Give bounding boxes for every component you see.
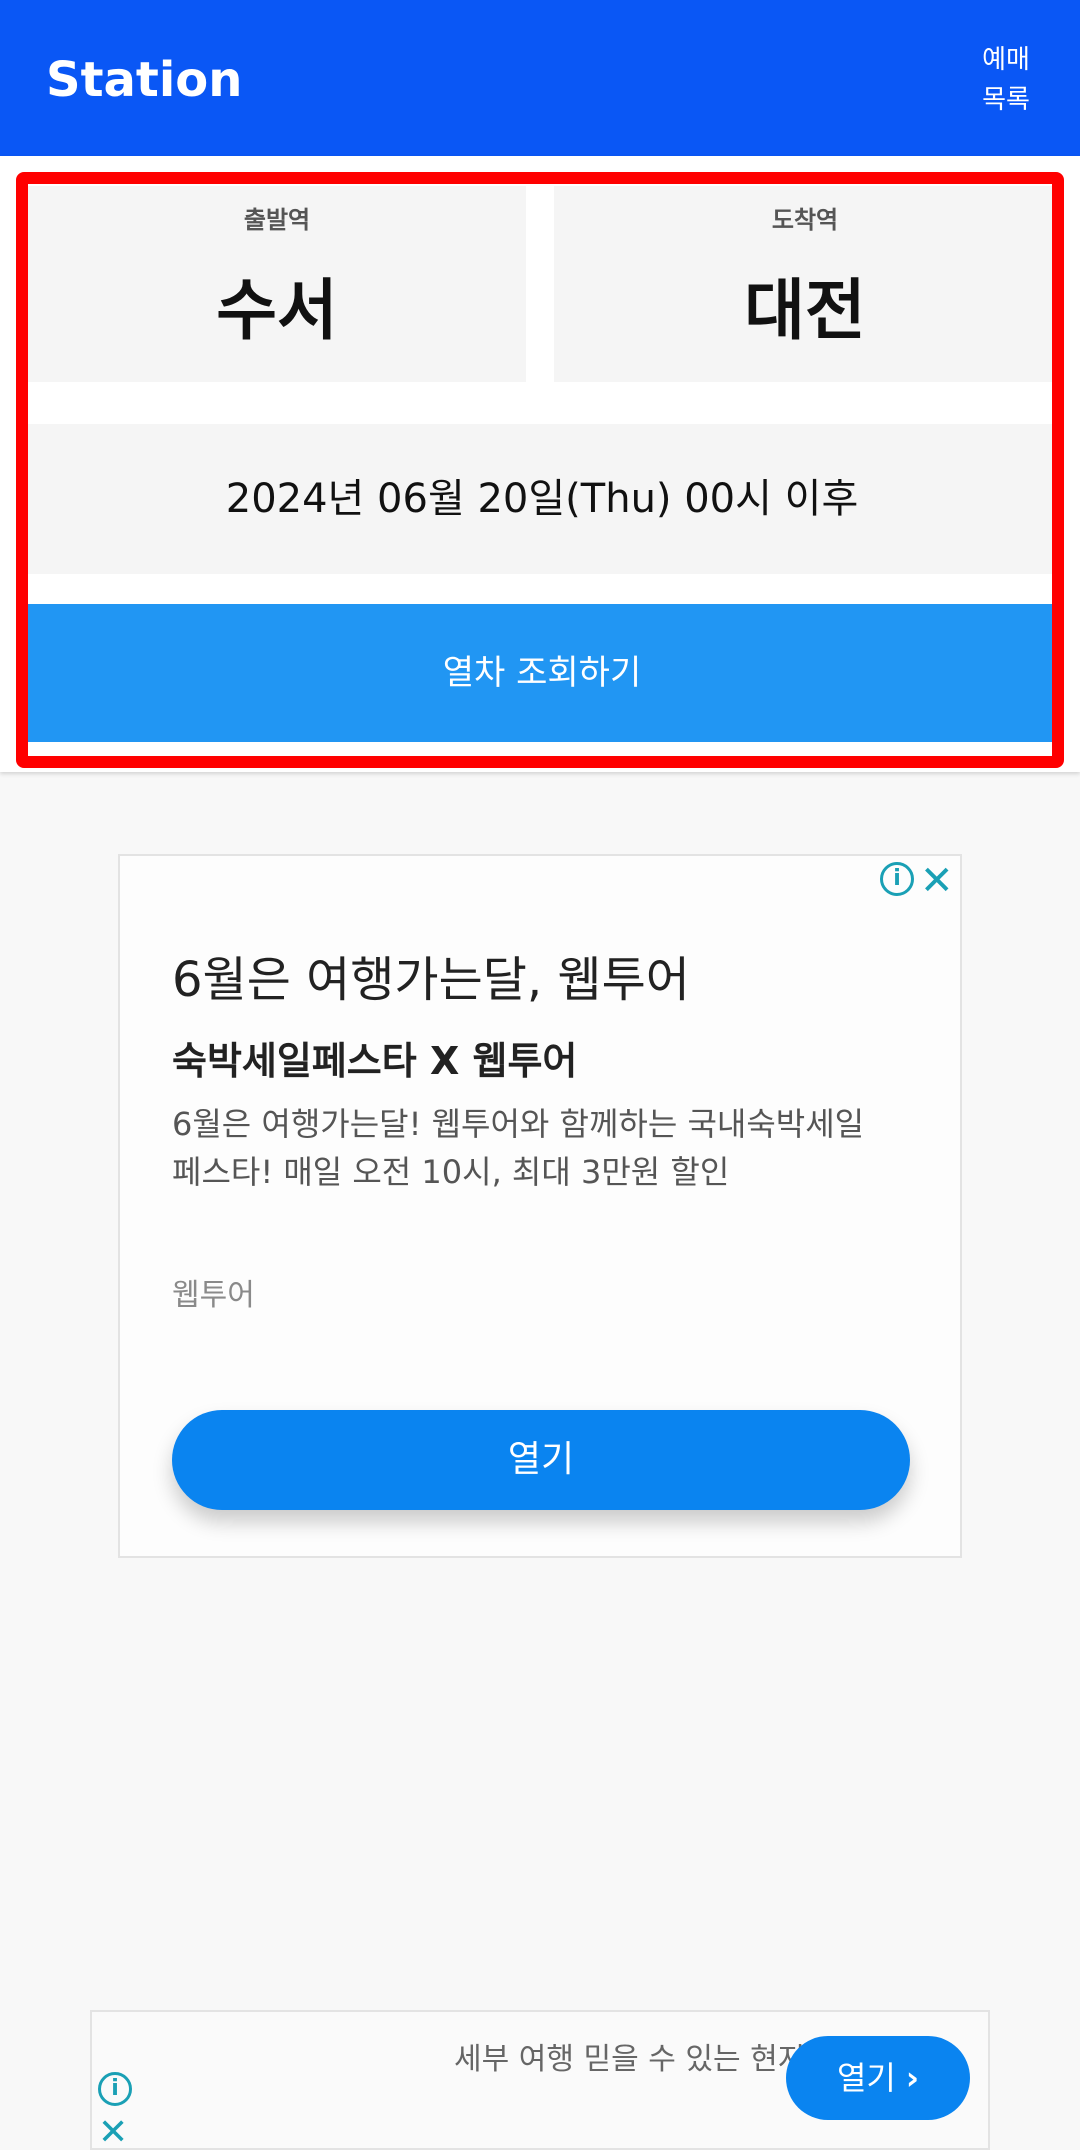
ad-body: 6월은 여행가는달! 웹투어와 함께하는 국내숙박세일페스타! 매일 오전 10… [172,1105,865,1191]
info-icon[interactable]: i [880,862,914,896]
close-icon[interactable]: ✕ [98,2112,128,2150]
banner-open-label: 열기 [836,2059,896,2097]
departure-station-name: 수서 [216,272,338,349]
chevron-right-icon: › [905,2059,920,2097]
date-time-selector[interactable]: 2024년 06월 20일(Thu) 00시 이후 [28,424,1056,574]
ad-open-button[interactable]: 열기 [172,1410,910,1510]
ad-subheadline: 숙박세일페스타 X 웹투어 [172,1039,578,1083]
arrival-station-selector[interactable]: 도착역 대전 [554,186,1056,382]
reservation-list-button[interactable]: 예매 목록 [976,40,1036,120]
info-icon[interactable]: i [98,2072,132,2106]
app-title: Station [46,52,243,108]
ad-advertiser: 웹투어 [172,1278,255,1313]
ad-headline: 6월은 여행가는달, 웹투어 [172,952,690,1008]
arrival-station-name: 대전 [744,272,866,349]
banner-open-button[interactable]: 열기 › [786,2036,970,2120]
banner-ad[interactable]: i ✕ 세부 여행 믿을 수 있는 현지업체와 함께 안전하고 즐겁게 열기› [90,2010,990,2150]
app-bar: Station 예매 목록 [0,0,1080,156]
ad-card[interactable]: i ✕ 6월은 여행가는달, 웹투어 숙박세일페스타 X 웹투어 6월은 여행가… [118,854,962,1558]
search-trains-button[interactable]: 열차 조회하기 [28,604,1056,742]
arrival-label: 도착역 [771,206,839,234]
departure-station-selector[interactable]: 출발역 수서 [28,186,526,382]
departure-label: 출발역 [243,206,311,234]
close-icon[interactable]: ✕ [920,858,954,904]
